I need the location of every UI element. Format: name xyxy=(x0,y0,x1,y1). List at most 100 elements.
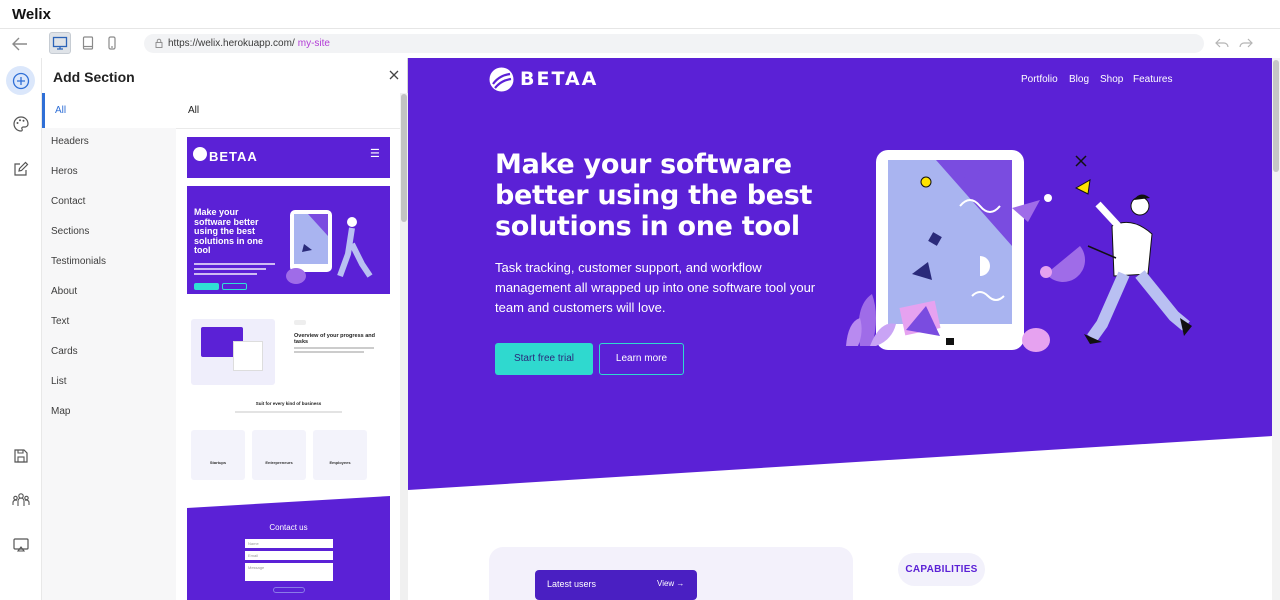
tablet-view-button[interactable] xyxy=(77,32,99,54)
mobile-icon xyxy=(108,36,116,50)
thumb-email-field: Email xyxy=(245,551,333,560)
add-section-button[interactable] xyxy=(6,66,35,95)
preview-button[interactable] xyxy=(6,530,35,559)
back-button[interactable] xyxy=(8,33,32,55)
tablet-icon xyxy=(82,36,94,50)
thumb-hero-title: Make your software better using the best… xyxy=(194,207,263,255)
undo-button[interactable] xyxy=(1212,33,1232,53)
team-button[interactable] xyxy=(6,485,35,514)
thumb-card: Employees xyxy=(313,430,367,480)
nav-features[interactable]: Features xyxy=(1133,74,1172,85)
category-cards[interactable]: Cards xyxy=(42,337,176,367)
thumb-image xyxy=(233,341,263,371)
title-bar: Welix xyxy=(0,0,1280,29)
preview-icon xyxy=(12,537,29,552)
url-bar[interactable]: https://welix.herokuapp.com/my-site xyxy=(144,34,1204,53)
category-list: All Headers Heros Contact Sections Testi… xyxy=(42,93,176,600)
thumb-secondary-button xyxy=(222,283,247,290)
save-button[interactable] xyxy=(6,441,35,470)
mobile-view-button[interactable] xyxy=(101,32,123,54)
nav-portfolio[interactable]: Portfolio xyxy=(1021,74,1058,85)
category-heros[interactable]: Heros xyxy=(42,157,176,187)
thumb-card: Entrepreneurs xyxy=(252,430,306,480)
panel-title: Add Section xyxy=(53,69,135,85)
category-map[interactable]: Map xyxy=(42,397,176,427)
arrow-left-icon xyxy=(12,37,27,51)
panel-scrollbar-thumb[interactable] xyxy=(401,94,407,222)
category-sections[interactable]: Sections xyxy=(42,217,176,247)
thumb-tag xyxy=(294,320,306,325)
thumb-card: Startups xyxy=(191,430,245,480)
panel-header: Add Section xyxy=(42,58,408,93)
thumb-text xyxy=(235,411,342,413)
hero-illustration-icon xyxy=(846,150,1192,352)
thumb-name-field: Name xyxy=(245,539,333,548)
add-section-icon xyxy=(12,72,29,89)
view-link[interactable]: View → xyxy=(657,579,684,588)
url-site: my-site xyxy=(297,38,330,49)
contact-section-thumb[interactable]: Contact us Name Email Message xyxy=(187,496,390,600)
undo-icon xyxy=(1215,38,1229,48)
category-headers[interactable]: Headers xyxy=(42,127,176,157)
edit-icon xyxy=(13,161,28,176)
desktop-view-button[interactable] xyxy=(49,32,71,54)
divider xyxy=(176,128,400,129)
site-preview: BETAA Portfolio Blog Shop Features Make … xyxy=(408,58,1272,600)
category-list[interactable]: List xyxy=(42,367,176,397)
hero-title: Make your software better using the best… xyxy=(495,149,813,242)
learn-more-button[interactable]: Learn more xyxy=(599,343,684,375)
thumb-hero-text xyxy=(194,263,284,279)
close-panel-button[interactable] xyxy=(386,67,402,83)
category-text[interactable]: Text xyxy=(42,307,176,337)
capabilities-badge: CAPABILITIES xyxy=(898,553,985,586)
brand-logo-icon xyxy=(193,147,207,161)
hero-illustration-icon xyxy=(286,210,373,284)
thumb-primary-button xyxy=(194,283,219,290)
add-section-panel: Add Section All Headers Heros Contact Se… xyxy=(41,58,408,600)
app-window: Welix https://welix.herokuapp.com/my-sit… xyxy=(0,0,1280,600)
contact-background xyxy=(187,496,390,600)
redo-icon xyxy=(1239,38,1253,48)
palette-icon xyxy=(12,115,29,132)
left-rail xyxy=(0,58,41,600)
start-free-trial-button[interactable]: Start free trial xyxy=(495,343,593,375)
thumb-card-title: Startups xyxy=(209,460,227,465)
site-brand[interactable]: BETAA xyxy=(520,68,598,90)
save-icon xyxy=(13,448,28,463)
app-title: Welix xyxy=(12,6,51,23)
url-base: https://welix.herokuapp.com/ xyxy=(168,38,295,49)
theme-button[interactable] xyxy=(6,109,35,138)
category-testimonials[interactable]: Testimonials xyxy=(42,247,176,277)
thumb-text xyxy=(294,351,364,353)
betaa-logo-icon[interactable] xyxy=(489,67,514,92)
nav-blog[interactable]: Blog xyxy=(1069,74,1089,85)
thumbs-heading: All xyxy=(188,105,200,116)
category-about[interactable]: About xyxy=(42,277,176,307)
section-thumbnails: All BETAA ☰ Make your software better us… xyxy=(176,93,408,600)
header-section-thumb[interactable]: BETAA ☰ xyxy=(187,137,390,178)
latest-users-title: Latest users xyxy=(547,579,597,589)
thumb-brand: BETAA xyxy=(209,149,258,164)
edit-button[interactable] xyxy=(6,154,35,183)
menu-icon: ☰ xyxy=(370,148,380,160)
team-icon xyxy=(11,492,30,506)
thumb-card-title: Employees xyxy=(329,460,351,465)
thumb-text xyxy=(294,347,374,349)
thumb-card-title: Entrepreneurs xyxy=(265,460,293,465)
category-all[interactable]: All xyxy=(42,93,176,128)
thumb-message-field: Message xyxy=(245,563,333,581)
category-contact[interactable]: Contact xyxy=(42,187,176,217)
lock-icon xyxy=(155,38,163,48)
redo-button[interactable] xyxy=(1236,33,1256,53)
hero-section-thumb[interactable]: Make your software better using the best… xyxy=(187,186,390,294)
thumb-submit-button xyxy=(273,587,305,593)
preview-scrollbar-thumb[interactable] xyxy=(1273,60,1279,172)
toolbar: https://welix.herokuapp.com/my-site xyxy=(0,29,1280,58)
thumb-subheading: Suit for every kind of business xyxy=(255,401,322,406)
close-icon xyxy=(389,70,399,80)
desktop-icon xyxy=(52,36,68,50)
thumb-contact-title: Contact us xyxy=(269,523,308,532)
thumb-section-title: Overview of your progress and tasks xyxy=(294,333,375,345)
thumb-feature-list xyxy=(294,369,384,379)
nav-shop[interactable]: Shop xyxy=(1100,74,1123,85)
